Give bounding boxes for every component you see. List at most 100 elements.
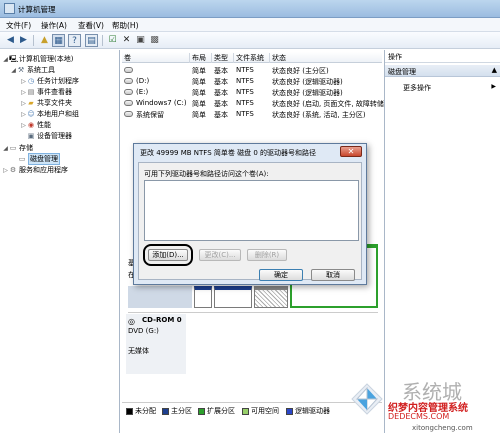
cancel-button[interactable]: 取消 bbox=[311, 269, 355, 281]
actions-section-disk-management[interactable]: 磁盘管理 ▲ bbox=[385, 65, 500, 77]
column-volume[interactable]: 卷 bbox=[122, 53, 190, 63]
volume-icon bbox=[124, 89, 133, 95]
column-status[interactable]: 状态 bbox=[270, 53, 382, 63]
forward-arrow-icon[interactable]: ▶ bbox=[17, 34, 30, 47]
volume-icon bbox=[124, 67, 133, 73]
event-viewer-icon: ▤ bbox=[27, 88, 35, 96]
properties-icon[interactable]: ▤ bbox=[85, 34, 98, 47]
cdrom-label: CD-ROM 0 bbox=[142, 316, 182, 324]
checklist-icon[interactable]: ☑ bbox=[106, 34, 119, 47]
tree-item-root[interactable]: ◢ 🖳 计算机管理(本地) bbox=[2, 54, 73, 64]
table-row[interactable]: (E:) 简单 基本 NTFS 状态良好 (逻辑驱动器) bbox=[122, 87, 382, 97]
menu-view[interactable]: 查看(V) bbox=[78, 20, 104, 31]
expand-icon[interactable]: ▷ bbox=[20, 100, 27, 107]
device-manager-icon: ▣ bbox=[27, 132, 35, 140]
window-title: 计算机管理 bbox=[18, 5, 56, 14]
change-drive-letter-dialog: 更改 49999 MB NTFS 简单卷 磁盘 0 的驱动器号和路径 ✕ 可用下… bbox=[133, 143, 367, 285]
legend-swatch bbox=[286, 407, 293, 415]
menu-action[interactable]: 操作(A) bbox=[41, 20, 67, 31]
expand-icon[interactable]: ▷ bbox=[2, 167, 9, 174]
legend-item: 可用空间 bbox=[242, 406, 279, 416]
collapse-icon[interactable]: ◢ bbox=[10, 67, 17, 74]
properties-sheet-icon[interactable]: ▣ bbox=[134, 34, 147, 47]
tree-item-local-users[interactable]: ▷ ☺ 本地用户和组 bbox=[20, 109, 79, 119]
cdrom-drive: DVD (G:) bbox=[128, 327, 159, 335]
performance-icon: ◉ bbox=[27, 121, 35, 129]
drive-path-listbox[interactable] bbox=[144, 180, 359, 241]
dialog-prompt: 可用下列驱动器号和路径访问这个卷(A): bbox=[144, 170, 269, 178]
close-button[interactable]: ✕ bbox=[340, 146, 362, 157]
menu-help[interactable]: 帮助(H) bbox=[112, 20, 139, 31]
partition-block[interactable] bbox=[254, 286, 288, 308]
tree-item-disk-management[interactable]: ▭ 磁盘管理 bbox=[18, 153, 60, 165]
table-row[interactable]: 简单 基本 NTFS 状态良好 (主分区) bbox=[122, 65, 382, 75]
watermark-logo bbox=[351, 383, 383, 415]
partition-block[interactable] bbox=[194, 286, 212, 308]
expand-icon[interactable]: ▷ bbox=[20, 122, 27, 129]
toolbar: ◀ ▶ ▲ ▦ ? ▤ ☑ ✕ ▣ ▩ bbox=[0, 32, 500, 49]
legend-item: 扩展分区 bbox=[198, 406, 235, 416]
table-row[interactable]: Windows7 (C:) 简单 基本 NTFS 状态良好 (启动, 页面文件,… bbox=[122, 98, 412, 108]
legend-swatch bbox=[126, 407, 133, 415]
legend-item: 未分配 bbox=[126, 406, 156, 416]
cdrom-icon: ◎ bbox=[128, 317, 135, 326]
column-filesystem[interactable]: 文件系统 bbox=[234, 53, 270, 63]
computer-icon: 🖳 bbox=[9, 55, 19, 63]
toolbar-separator bbox=[102, 35, 103, 46]
actions-header: 操作 bbox=[385, 52, 500, 63]
back-arrow-icon[interactable]: ◀ bbox=[4, 34, 17, 47]
menu-file[interactable]: 文件(F) bbox=[6, 20, 31, 31]
toolbar-separator bbox=[33, 35, 34, 46]
expand-icon[interactable]: ▷ bbox=[20, 111, 27, 118]
settings-icon[interactable]: ▩ bbox=[148, 34, 161, 47]
column-layout[interactable]: 布局 bbox=[190, 53, 212, 63]
up-folder-icon[interactable]: ▲ bbox=[38, 34, 51, 47]
more-actions-link[interactable]: 更多操作 bbox=[403, 83, 431, 93]
expand-icon[interactable]: ▷ bbox=[20, 89, 27, 96]
dialog-body: 可用下列驱动器号和路径访问这个卷(A): 添加(D)... 更改(C)... 删… bbox=[138, 162, 362, 281]
users-icon: ☺ bbox=[27, 110, 35, 118]
console-tree: ◢ 🖳 计算机管理(本地) ◢ ⚒ 系统工具 ▷ ◷ 任务计划程序 ▷ ▤ 事件… bbox=[0, 50, 120, 433]
change-button[interactable]: 更改(C)... bbox=[199, 249, 241, 261]
tree-item-storage[interactable]: ◢ ▭ 存储 bbox=[2, 143, 33, 153]
collapse-icon[interactable]: ◢ bbox=[2, 145, 9, 152]
legend-item: 主分区 bbox=[162, 406, 192, 416]
legend-item: 逻辑驱动器 bbox=[286, 406, 330, 416]
divider bbox=[128, 312, 378, 313]
disk0-info-block bbox=[128, 286, 192, 308]
tree-item-device-manager[interactable]: ▣ 设备管理器 bbox=[27, 131, 72, 141]
expand-icon[interactable]: ▷ bbox=[20, 78, 27, 85]
tree-item-shared-folders[interactable]: ▷ ▰ 共享文件夹 bbox=[20, 98, 72, 108]
delete-icon[interactable]: ✕ bbox=[120, 34, 133, 47]
tree-item-services-apps[interactable]: ▷ ⚙ 服务和应用程序 bbox=[2, 165, 68, 175]
cdrom-status: 无媒体 bbox=[128, 347, 149, 355]
tree-item-system-tools[interactable]: ◢ ⚒ 系统工具 bbox=[10, 65, 55, 75]
tree-item-event-viewer[interactable]: ▷ ▤ 事件查看器 bbox=[20, 87, 72, 97]
tools-icon: ⚒ bbox=[17, 66, 25, 74]
annotation-circle bbox=[143, 244, 193, 266]
volume-icon bbox=[124, 100, 133, 106]
legend-swatch bbox=[242, 407, 249, 415]
collapse-up-icon[interactable]: ▲ bbox=[492, 66, 497, 74]
volume-icon bbox=[124, 111, 133, 117]
table-row[interactable]: 系统保留 简单 基本 NTFS 状态良好 (系统, 活动, 主分区) bbox=[122, 109, 382, 119]
console-tree-icon[interactable]: ▦ bbox=[52, 34, 65, 47]
ok-button[interactable]: 确定 bbox=[259, 269, 303, 281]
clock-icon: ◷ bbox=[27, 77, 35, 85]
tree-item-task-scheduler[interactable]: ▷ ◷ 任务计划程序 bbox=[20, 76, 79, 86]
legend-swatch bbox=[162, 407, 169, 415]
chevron-right-icon[interactable]: ▶ bbox=[491, 83, 496, 90]
watermark-site-en: DEDECMS.COM bbox=[388, 412, 450, 421]
watermark-url: xitongcheng.com bbox=[412, 424, 473, 432]
services-icon: ⚙ bbox=[9, 166, 17, 174]
table-row[interactable]: (D:) 简单 基本 NTFS 状态良好 (逻辑驱动器) bbox=[122, 76, 382, 86]
volume-list-header: 卷 布局 类型 文件系统 状态 bbox=[122, 52, 382, 63]
collapse-icon[interactable]: ◢ bbox=[2, 56, 9, 63]
tree-item-performance[interactable]: ▷ ◉ 性能 bbox=[20, 120, 51, 130]
partition-block[interactable] bbox=[214, 286, 252, 308]
menu-bar: 文件(F) 操作(A) 查看(V) 帮助(H) bbox=[0, 18, 500, 32]
volume-icon bbox=[124, 78, 133, 84]
delete-button[interactable]: 删除(R) bbox=[247, 249, 287, 261]
help-icon[interactable]: ? bbox=[68, 34, 81, 47]
column-type[interactable]: 类型 bbox=[212, 53, 234, 63]
